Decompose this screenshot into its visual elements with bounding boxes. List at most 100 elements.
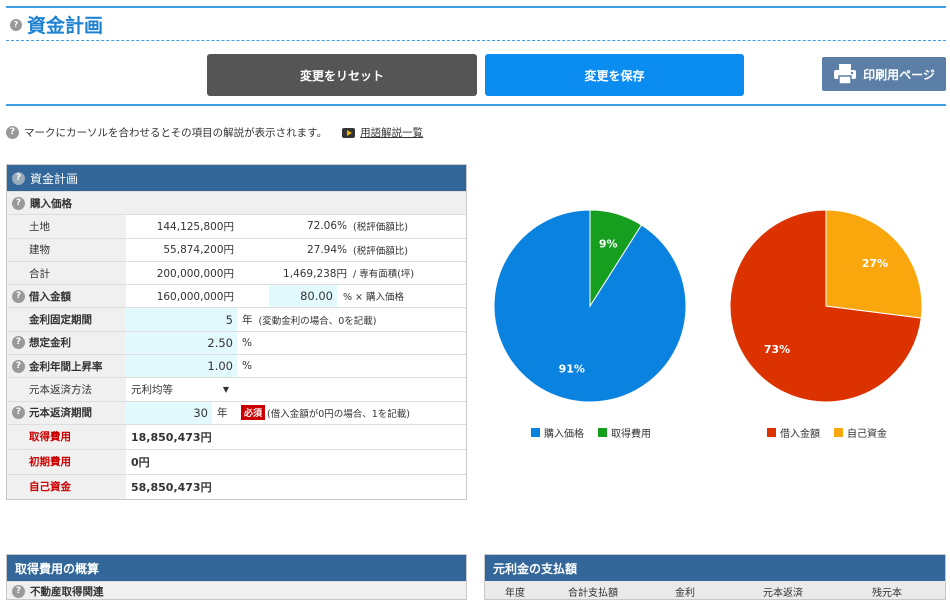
repay-period-label-cell: ? 元本返済期間 xyxy=(7,401,126,424)
help-icon[interactable]: ? xyxy=(12,406,25,420)
hint-line: ? マークにカーソルを合わせるとその項目の解説が表示されます。 用語解説一覧 xyxy=(6,125,423,140)
legend-label: 借入金額 xyxy=(780,429,820,440)
rate-input[interactable]: 2.50 xyxy=(126,331,237,355)
chevron-down-icon: ▼ xyxy=(222,385,229,395)
legend-swatch xyxy=(598,428,607,437)
acq-cost-row: 取得費用 18,850,473円 xyxy=(7,423,466,449)
row-label: 想定金利 xyxy=(29,337,71,350)
legend-label: 購入価格 xyxy=(544,429,584,440)
legend-funding: 借入金額 自己資金 xyxy=(767,425,887,440)
first-row: ? 不動産取得関連 xyxy=(7,581,466,599)
total-row: 合計 200,000,000円 1,469,238円 / 専有面積(坪) xyxy=(7,260,466,285)
payment-panel: 元利金の支払額 年度 合計支払額 金利 元本返済 残元本 xyxy=(484,554,946,600)
acq-estimate-panel: 取得費用の概算 ? 不動産取得関連 xyxy=(6,554,467,600)
panel-title: 元利金の支払額 xyxy=(493,561,578,576)
legend-purchase: 購入価格 取得費用 xyxy=(531,425,651,440)
glossary-link[interactable]: 用語解説一覧 xyxy=(360,125,423,140)
printer-icon xyxy=(834,64,857,85)
help-icon[interactable]: ? xyxy=(12,336,25,350)
loan-label-cell: ? 借入金額 xyxy=(7,285,126,308)
loan-pct-input[interactable]: 80.00 xyxy=(269,285,337,308)
repay-period-note: (借入金額が0円の場合、1を記載) xyxy=(267,408,411,420)
unit: 年 xyxy=(217,407,228,420)
row-label: 借入金額 xyxy=(29,290,71,303)
acq-cost-value: 18,850,473円 xyxy=(131,430,212,444)
fixed-period-input[interactable]: 5 xyxy=(126,308,237,331)
row-label: 取得費用 xyxy=(7,424,126,449)
panel-title: 資金計画 xyxy=(30,171,79,186)
row-label: 元本返済方法 xyxy=(7,378,126,401)
panel-header: 元利金の支払額 xyxy=(485,555,945,581)
slice-data-label: 73% xyxy=(764,343,790,356)
loan-note: % × 購入価格 xyxy=(343,292,405,304)
rate-increase-label-cell: ? 金利年間上昇率 xyxy=(7,355,126,378)
land-note: (税評価額比) xyxy=(353,222,408,234)
help-icon[interactable]: ? xyxy=(12,359,25,373)
total-amount: 200,000,000円 xyxy=(156,267,234,280)
row-label: 不動産取得関連 xyxy=(30,586,104,598)
hint-text: マークにカーソルを合わせるとその項目の解説が表示されます。 xyxy=(24,127,328,139)
rate-increase-input[interactable]: 1.00 xyxy=(126,355,237,378)
row-label: 金利固定期間 xyxy=(7,308,126,331)
reset-button[interactable]: 変更をリセット xyxy=(207,54,477,96)
row-label: 自己資金 xyxy=(7,474,126,499)
row-label: 建物 xyxy=(7,238,126,261)
initial-cost-value: 0円 xyxy=(131,455,150,469)
rate-increase-row: ? 金利年間上昇率 1.00 % xyxy=(7,354,466,378)
initial-cost-row: 初期費用 0円 xyxy=(7,448,466,474)
help-icon[interactable]: ? xyxy=(12,196,25,210)
unit: 年 xyxy=(242,314,253,327)
help-icon[interactable]: ? xyxy=(12,289,25,303)
play-icon xyxy=(342,127,356,138)
repay-period-input[interactable]: 30 xyxy=(126,401,212,424)
slice-data-label: 27% xyxy=(862,257,888,270)
panel-header: 取得費用の概算 xyxy=(7,555,466,581)
help-icon[interactable]: ? xyxy=(12,585,25,598)
loan-amount: 160,000,000円 xyxy=(156,290,234,303)
rate-label-cell: ? 想定金利 xyxy=(7,331,126,355)
land-pct: 72.06% xyxy=(306,220,347,233)
save-button[interactable]: 変更を保存 xyxy=(485,54,744,96)
page-title: 資金計画 xyxy=(27,15,104,37)
building-pct: 27.94% xyxy=(306,243,347,256)
print-button[interactable]: 印刷用ページ xyxy=(822,57,946,91)
repay-method-select[interactable]: 元利均等 ▼ xyxy=(126,382,229,397)
building-row: 建物 55,874,200円 27.94% (税評価額比) xyxy=(7,237,466,261)
help-icon[interactable]: ? xyxy=(10,18,22,31)
rate-row: ? 想定金利 2.50 % xyxy=(7,330,466,355)
page-title-wrap: ? 資金計画 xyxy=(10,11,103,38)
select-value: 元利均等 xyxy=(131,384,173,397)
fixed-period-row: 金利固定期間 5 年 (変動金利の場合、0を記載) xyxy=(7,307,466,331)
land-row: 土地 144,125,800円 72.06% (税評価額比) xyxy=(7,214,466,238)
panel-header: ? 資金計画 xyxy=(7,165,466,191)
total-note: / 専有面積(坪) xyxy=(353,269,415,281)
panel-title: 取得費用の概算 xyxy=(15,561,100,576)
purchase-section: ? 購入価格 xyxy=(7,191,466,215)
row-label: 元本返済期間 xyxy=(29,407,92,420)
legend-label: 取得費用 xyxy=(611,429,651,440)
slice-data-label: 9% xyxy=(599,237,618,250)
legend-swatch xyxy=(767,428,776,437)
column-header: 合計支払額 xyxy=(568,587,618,599)
row-label: 合計 xyxy=(7,261,126,285)
column-header: 残元本 xyxy=(872,587,902,599)
section-label: 購入価格 xyxy=(30,197,72,210)
print-label: 印刷用ページ xyxy=(863,67,935,82)
funding-plan-panel: ? 資金計画 ? 購入価格 土地 144,125,800円 72.06% (税評… xyxy=(6,164,467,500)
land-amount: 144,125,800円 xyxy=(156,220,234,233)
legend-label: 自己資金 xyxy=(847,429,887,440)
row-label: 土地 xyxy=(7,215,126,238)
building-note: (税評価額比) xyxy=(353,245,408,257)
help-icon: ? xyxy=(6,126,19,139)
legend-swatch xyxy=(531,428,540,437)
required-badge: 必須 xyxy=(241,405,266,421)
own-funds-value: 58,850,473円 xyxy=(131,480,212,494)
row-label: 金利年間上昇率 xyxy=(29,360,103,373)
column-header: 金利 xyxy=(675,587,695,599)
pie-charts: 91% 9% 73% 27% xyxy=(493,209,923,403)
column-header: 元本返済 xyxy=(763,587,803,599)
loan-row: ? 借入金額 160,000,000円 80.00 % × 購入価格 xyxy=(7,284,466,308)
help-icon[interactable]: ? xyxy=(12,171,25,185)
total-per-tsubo: 1,469,238円 xyxy=(283,267,347,280)
own-funds-row: 自己資金 58,850,473円 xyxy=(7,473,466,499)
